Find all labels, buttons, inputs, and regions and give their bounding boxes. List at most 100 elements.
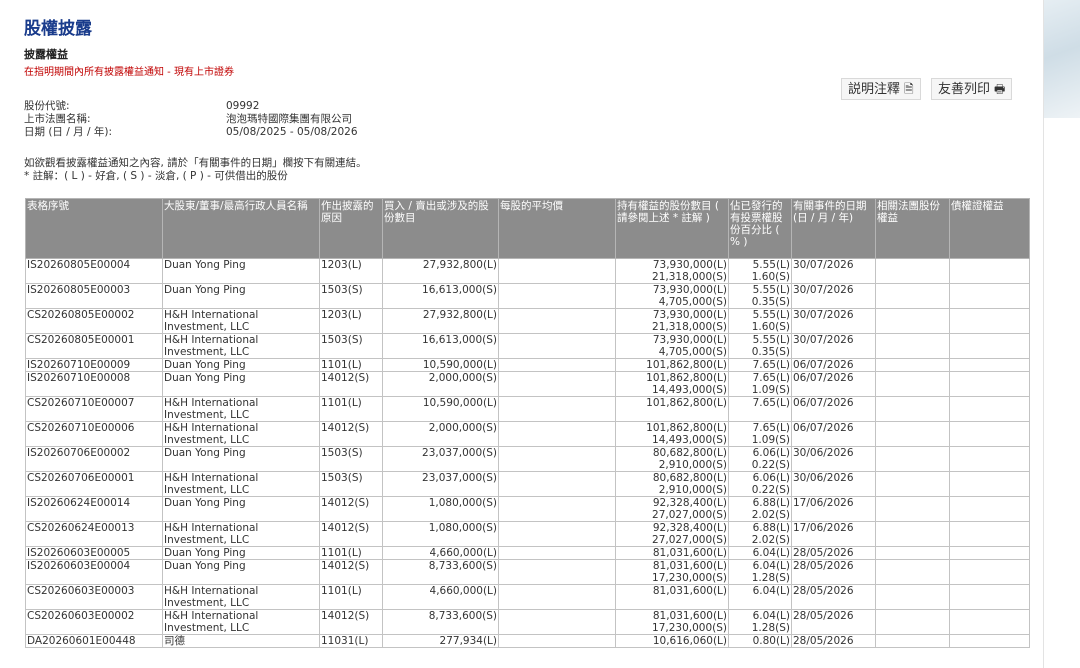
avg-price-cell bbox=[498, 283, 616, 309]
reason-cell-text: 1101(L) bbox=[321, 547, 362, 559]
percentage-cell-line: 7.65(L) bbox=[752, 422, 790, 435]
percentage-cell-line: 1.60(S) bbox=[751, 321, 790, 333]
event-date-link[interactable]: 06/07/2026 bbox=[791, 371, 876, 397]
form-serial-cell-text: DA20260601E00448 bbox=[27, 635, 136, 647]
event-date-link[interactable]: 17/06/2026 bbox=[791, 496, 876, 522]
shares-held-cell: 73,930,000(L) 4,705,000(S) bbox=[615, 333, 729, 359]
event-date-link-text[interactable]: 30/07/2026 bbox=[793, 335, 854, 347]
holder-name-cell: Duan Yong Ping bbox=[162, 546, 320, 560]
event-date-link-text[interactable]: 06/07/2026 bbox=[793, 398, 854, 410]
shares-involved-cell-text: 277,934(L) bbox=[439, 635, 497, 647]
reason-cell: 11031(L) bbox=[319, 634, 383, 648]
percentage-cell-line: 0.35(S) bbox=[751, 346, 790, 358]
percentage-cell-line: 7.65(L) bbox=[752, 359, 790, 371]
debenture-interest-cell bbox=[949, 371, 1030, 397]
avg-price-cell bbox=[498, 396, 616, 422]
event-date-link-text[interactable]: 28/05/2026 bbox=[793, 636, 854, 647]
form-serial-cell: DA20260601E00448 bbox=[25, 634, 163, 648]
percentage-cell-line: 2.02(S) bbox=[751, 509, 790, 521]
reason-cell-text: 1203(L) bbox=[321, 309, 362, 322]
shares-held-cell: 81,031,600(L) 17,230,000(S) bbox=[615, 609, 729, 635]
shares-held-cell: 92,328,400(L) 27,027,000(S) bbox=[615, 496, 729, 522]
shares-involved-cell: 23,037,000(S) bbox=[382, 446, 499, 472]
debenture-interest-cell bbox=[949, 308, 1030, 334]
event-date-link[interactable]: 30/07/2026 bbox=[791, 308, 876, 334]
event-date-link-text[interactable]: 28/05/2026 bbox=[793, 561, 854, 573]
event-date-link-text[interactable]: 30/06/2026 bbox=[793, 448, 854, 460]
form-serial-cell-text: IS20260603E00005 bbox=[27, 547, 131, 559]
percentage-cell-line: 0.22(S) bbox=[751, 459, 790, 471]
column-header: 作出披露的原因 bbox=[319, 198, 383, 259]
form-serial-cell-text: IS20260805E00004 bbox=[27, 259, 131, 272]
percentage-cell-line: 2.02(S) bbox=[751, 534, 790, 546]
table-row: IS20260603E00004 Duan Yong Ping 14012(S) 8,… bbox=[25, 559, 1030, 585]
side-background bbox=[1044, 0, 1080, 118]
info-label: 股份代號: bbox=[24, 100, 70, 112]
reason-cell-text: 14012(S) bbox=[321, 560, 370, 573]
event-date-link[interactable]: 30/07/2026 bbox=[791, 333, 876, 359]
event-date-link[interactable]: 30/07/2026 bbox=[791, 258, 876, 284]
reason-cell: 1203(L) bbox=[319, 258, 383, 284]
event-date-link-text[interactable]: 28/05/2026 bbox=[793, 611, 854, 623]
reason-cell-text: 1203(L) bbox=[321, 259, 362, 272]
shares-held-cell: 81,031,600(L) 17,230,000(S) bbox=[615, 559, 729, 585]
event-date-link[interactable]: 30/06/2026 bbox=[791, 446, 876, 472]
percentage-cell-line: 6.04(L) bbox=[752, 585, 790, 598]
percentage-cell: 7.65(L) 1.09(S) bbox=[728, 421, 792, 447]
event-date-link[interactable]: 06/07/2026 bbox=[791, 396, 876, 422]
event-date-link-text[interactable]: 17/06/2026 bbox=[793, 523, 854, 535]
event-date-link[interactable]: 28/05/2026 bbox=[791, 546, 876, 560]
event-date-link-text[interactable]: 30/07/2026 bbox=[793, 310, 854, 322]
event-date-link[interactable]: 28/05/2026 bbox=[791, 634, 876, 648]
event-date-link-text[interactable]: 06/07/2026 bbox=[793, 360, 854, 371]
event-date-link-text[interactable]: 06/07/2026 bbox=[793, 423, 854, 435]
form-serial-cell: IS20260603E00004 bbox=[25, 559, 163, 585]
explain-button[interactable]: 説明注釋 🗎 bbox=[841, 78, 921, 100]
percentage-cell-line: 5.55(L) bbox=[752, 334, 790, 347]
table-row: IS20260805E00004 Duan Yong Ping 1203(L) 27,… bbox=[25, 258, 1030, 284]
event-date-link-text[interactable]: 30/06/2026 bbox=[793, 473, 854, 485]
shares-involved-cell-text: 16,613,000(S) bbox=[422, 284, 497, 297]
event-date-link[interactable]: 28/05/2026 bbox=[791, 559, 876, 585]
event-date-link[interactable]: 30/06/2026 bbox=[791, 471, 876, 497]
table-row: DA20260601E00448 司德 11031(L) 277,934(L) 10,6… bbox=[25, 634, 1030, 648]
event-date-link[interactable]: 30/07/2026 bbox=[791, 283, 876, 309]
event-date-link[interactable]: 06/07/2026 bbox=[791, 358, 876, 372]
event-date-link[interactable]: 28/05/2026 bbox=[791, 584, 876, 610]
debenture-interest-cell bbox=[949, 258, 1030, 284]
table-row: IS20260805E00003 Duan Yong Ping 1503(S) 16,… bbox=[25, 283, 1030, 309]
event-date-link-text[interactable]: 28/05/2026 bbox=[793, 548, 854, 559]
percentage-cell-line: 1.60(S) bbox=[751, 271, 790, 283]
print-button[interactable]: 友善列印 🖶 bbox=[931, 78, 1013, 100]
shares-involved-cell-text: 23,037,000(S) bbox=[422, 447, 497, 460]
shares-held-cell-line: 73,930,000(L) bbox=[652, 284, 727, 297]
reason-cell: 1101(L) bbox=[319, 584, 383, 610]
event-date-link-text[interactable]: 06/07/2026 bbox=[793, 373, 854, 385]
event-date-link-text[interactable]: 30/07/2026 bbox=[793, 285, 854, 297]
holder-name-cell: Duan Yong Ping bbox=[162, 496, 320, 522]
reason-cell: 1101(L) bbox=[319, 358, 383, 372]
event-date-link[interactable]: 06/07/2026 bbox=[791, 421, 876, 447]
holder-name-cell-text: H&H International Investment, LLC bbox=[164, 397, 259, 421]
hint-line: 如欲觀看披露權益通知之內容, 請於「有關事件的日期」欄按下有關連結。 bbox=[24, 157, 367, 169]
shares-involved-cell: 4,660,000(L) bbox=[382, 584, 499, 610]
event-date-link-text[interactable]: 17/06/2026 bbox=[793, 498, 854, 510]
avg-price-cell bbox=[498, 333, 616, 359]
holder-name-cell-text: Duan Yong Ping bbox=[164, 359, 246, 371]
event-date-link[interactable]: 17/06/2026 bbox=[791, 521, 876, 547]
shares-held-cell-line: 14,493,000(S) bbox=[652, 384, 727, 396]
associated-interest-cell bbox=[875, 584, 950, 610]
shares-involved-cell-text: 23,037,000(S) bbox=[422, 472, 497, 485]
table-row: CS20260710E00007 H&H International Invest… bbox=[25, 396, 1030, 422]
form-serial-cell-text: IS20260706E00002 bbox=[27, 447, 131, 460]
event-date-link-text[interactable]: 30/07/2026 bbox=[793, 260, 854, 272]
holder-name-cell-text: Duan Yong Ping bbox=[164, 560, 246, 573]
reason-cell: 14012(S) bbox=[319, 421, 383, 447]
percentage-cell: 6.04(L) 1.28(S) bbox=[728, 609, 792, 635]
form-serial-cell: CS20260710E00006 bbox=[25, 421, 163, 447]
event-date-link-text[interactable]: 28/05/2026 bbox=[793, 586, 854, 598]
percentage-cell: 6.04(L) 1.28(S) bbox=[728, 559, 792, 585]
event-date-link[interactable]: 28/05/2026 bbox=[791, 609, 876, 635]
percentage-cell-line: 6.04(L) bbox=[752, 560, 790, 573]
percentage-cell-line: 6.04(L) bbox=[752, 547, 790, 559]
